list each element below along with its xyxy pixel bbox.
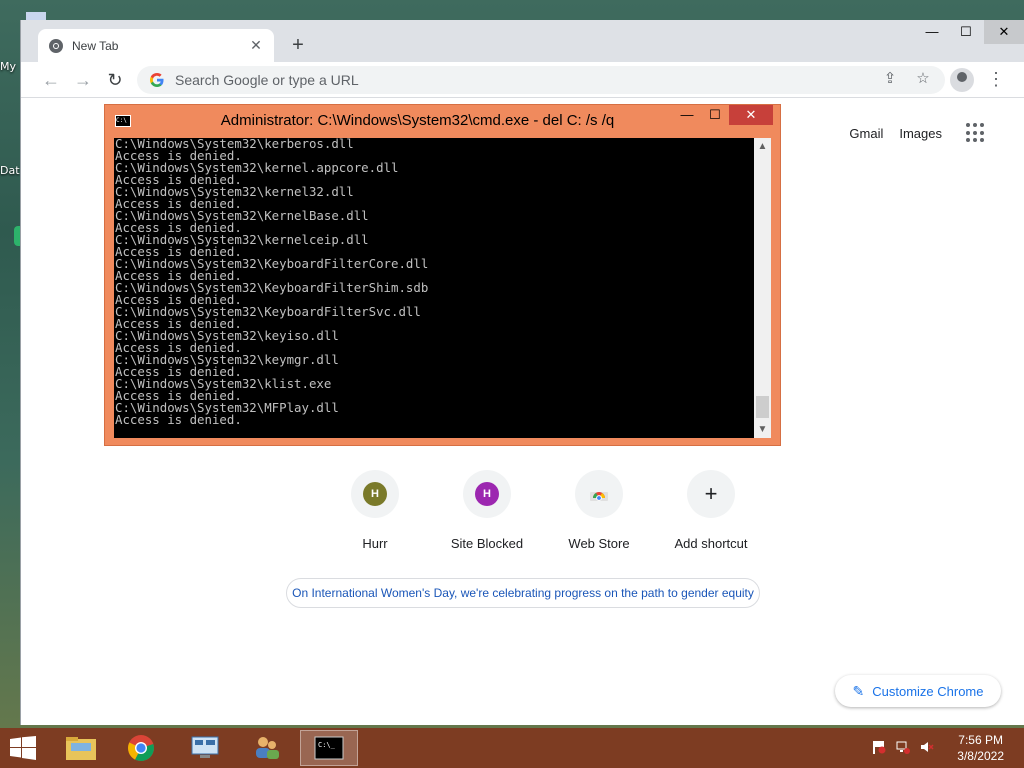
clock-date: 3/8/2022 [957,749,1004,763]
pencil-icon: ✎ [852,682,865,699]
browser-toolbar: ← → ↻ ⇪ ☆ ⋮ [21,62,1024,98]
shortcut-site-blocked[interactable]: H Site Blocked [431,470,543,551]
desktop-icon-label[interactable]: My [0,60,16,73]
tab-title: New Tab [72,38,119,53]
shortcut-web-store[interactable]: Web Store [543,470,655,551]
tab-strip: New Tab ✕ + — ☐ ✕ [21,20,1024,62]
reload-button[interactable]: ↻ [103,68,127,92]
maximize-button[interactable]: ☐ [948,20,984,44]
shortcut-label: Add shortcut [674,536,748,551]
taskbar-chrome[interactable] [112,730,170,766]
scroll-thumb[interactable] [756,396,769,418]
taskbar-users[interactable] [238,730,296,766]
minimize-button[interactable]: — [914,20,950,44]
taskbar-cmd[interactable]: C:\_ [300,730,358,766]
omnibox[interactable] [137,66,945,94]
chrome-icon [128,735,154,762]
plus-icon: + [704,481,718,506]
profile-avatar-button[interactable] [950,68,974,92]
cmd-minimize-button[interactable]: — [673,105,701,125]
scroll-up-icon[interactable]: ▲ [754,138,771,155]
shortcut-add[interactable]: + Add shortcut [655,470,767,551]
omnibox-input[interactable] [175,72,855,88]
shortcut-icon-bg: H [351,470,399,518]
back-button[interactable]: ← [39,68,63,92]
new-tab-button[interactable]: + [288,34,308,56]
letter-h-icon: H [475,482,499,506]
cmd-title: Administrator: C:\Windows\System32\cmd.e… [220,112,615,129]
shortcut-label: Site Blocked [450,536,524,551]
share-icon[interactable]: ⇪ [879,68,901,90]
console-line: Access is denied. [115,412,242,427]
web-store-icon [590,492,608,501]
network-icon[interactable] [896,740,910,754]
google-g-icon [150,73,164,87]
windows-start-icon[interactable] [10,736,36,760]
customize-label: Customize Chrome [872,683,984,699]
cmd-titlebar[interactable]: C:\ Administrator: C:\Windows\System32\c… [105,105,780,135]
system-tray [872,740,934,754]
shortcut-icon-bg: + [687,470,735,518]
images-link[interactable]: Images [899,126,942,141]
bookmark-star-icon[interactable]: ☆ [912,68,934,90]
console-scrollbar[interactable]: ▲ ▼ [754,138,771,438]
shortcut-label: Hurr [362,536,388,551]
taskbar-clock[interactable]: 7:56 PM 3/8/2022 [957,732,1004,764]
top-links: Gmail Images [849,123,986,143]
forward-button[interactable]: → [71,68,95,92]
svg-text:C:\_: C:\_ [318,741,336,749]
taskbar-file-explorer[interactable] [52,730,110,766]
users-icon [256,737,279,759]
shortcut-tiles: H Hurr H Site Blocked Web Store + Add sh… [319,470,767,551]
chrome-favicon-icon [49,38,63,53]
cmd-window[interactable]: C:\ Administrator: C:\Windows\System32\c… [104,104,781,446]
taskbar-remote-desktop[interactable] [176,730,234,766]
desktop-icon-label[interactable]: Dat [0,164,20,177]
clock-time: 7:56 PM [958,733,1003,747]
action-center-flag-icon[interactable] [872,740,886,754]
cmd-close-button[interactable]: ✕ [729,105,773,125]
letter-h-icon: H [363,482,387,506]
folder-icon [66,737,96,760]
google-apps-icon[interactable] [966,123,986,143]
scroll-down-icon[interactable]: ▼ [754,421,771,438]
tab-new-tab[interactable]: New Tab ✕ [38,29,274,62]
shortcut-icon-bg [575,470,623,518]
promo-link[interactable]: On International Women's Day, we're cele… [286,578,760,608]
tab-close-icon[interactable]: ✕ [248,37,264,54]
customize-chrome-button[interactable]: ✎ Customize Chrome [835,675,1001,707]
close-window-button[interactable]: ✕ [984,20,1024,44]
console-output: C:\Windows\System32\kerberos.dll Access i… [114,138,754,426]
shortcut-hurr[interactable]: H Hurr [319,470,431,551]
shortcut-icon-bg: H [463,470,511,518]
chrome-menu-button[interactable]: ⋮ [987,68,1005,92]
volume-muted-icon[interactable] [920,740,934,754]
taskbar: C:\_ 7:56 PM 3/8/2022 [0,728,1024,768]
shortcut-label: Web Store [568,536,630,551]
cmd-maximize-button[interactable]: ☐ [701,105,729,125]
cmd-icon: C:\_ [314,736,344,760]
console-area[interactable]: C:\Windows\System32\kerberos.dll Access i… [114,138,771,438]
remote-desktop-icon [191,736,219,758]
gmail-link[interactable]: Gmail [849,126,883,141]
